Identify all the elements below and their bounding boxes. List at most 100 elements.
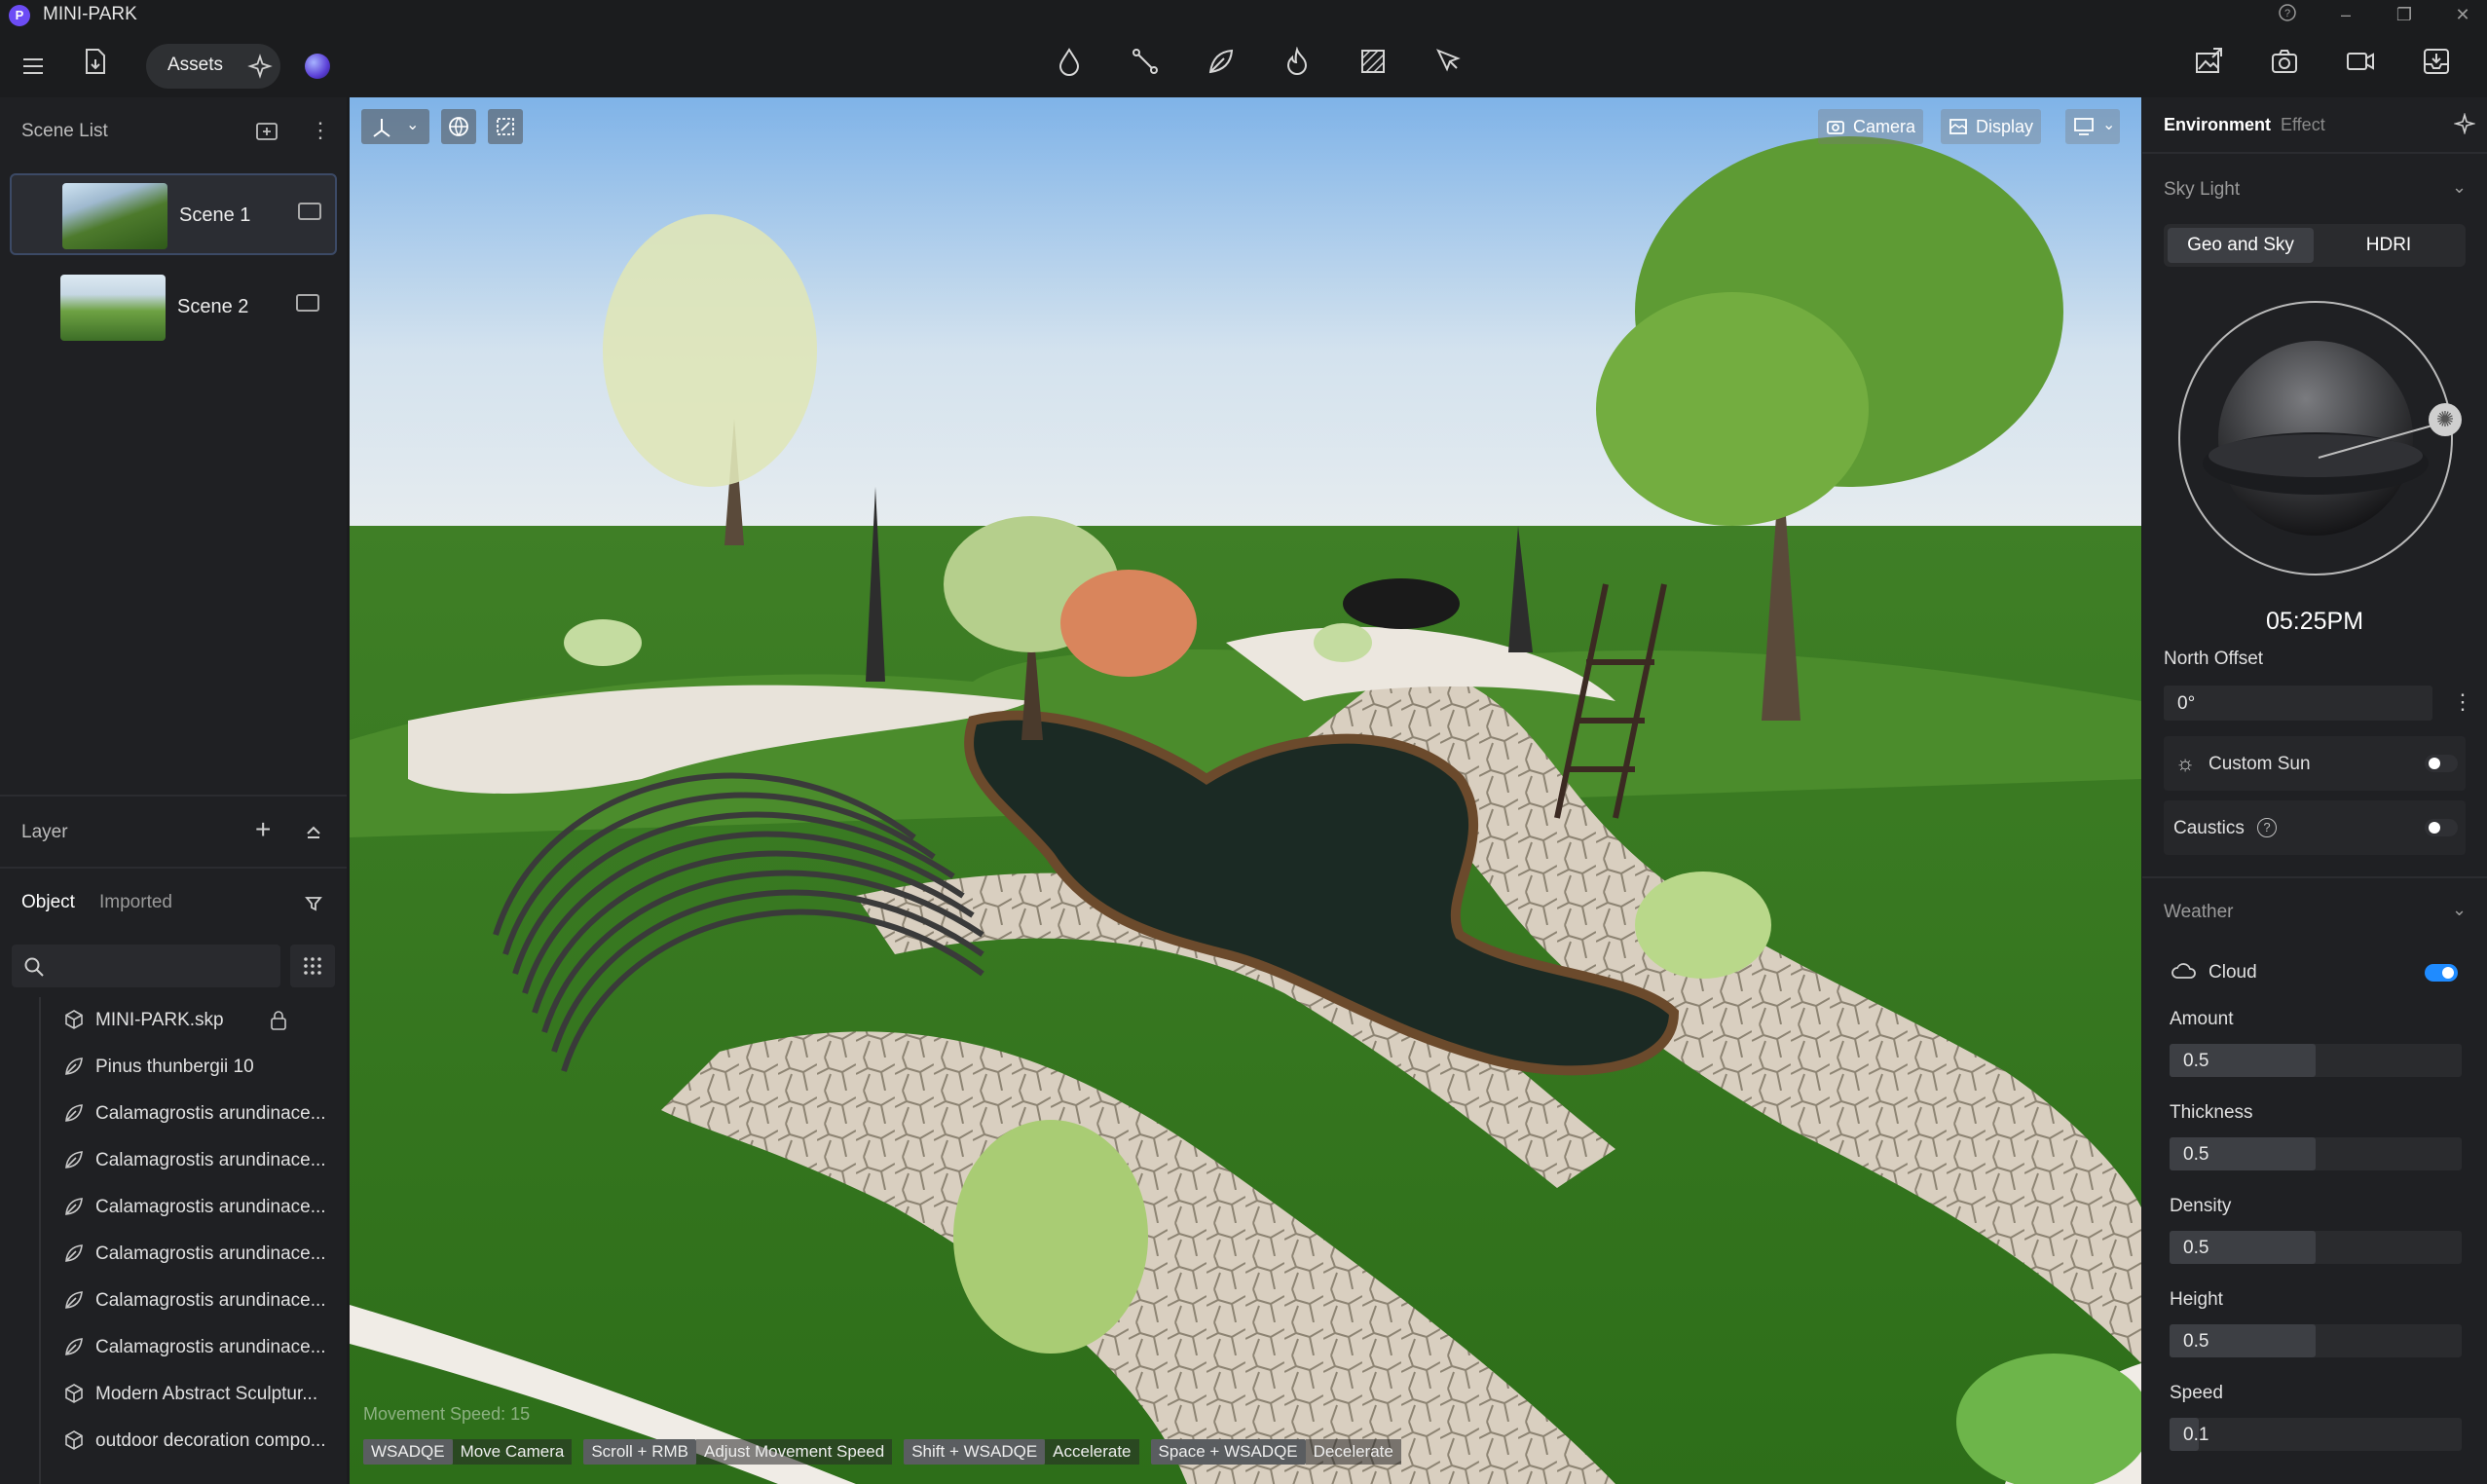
camera-icon[interactable] (296, 294, 319, 312)
weather-param-slider[interactable]: 0.5 (2170, 1137, 2462, 1170)
collapse-icon[interactable] (304, 822, 323, 841)
weather-param-slider[interactable]: 0.1 (2170, 1418, 2462, 1451)
slider-value: 0.1 (2183, 1425, 2209, 1445)
list-item[interactable]: MINI-PARK.skp (39, 997, 331, 1044)
sky-mode-switch: Geo and Sky HDRI (2164, 224, 2466, 267)
export-image-icon[interactable] (2189, 47, 2228, 86)
north-offset-input[interactable]: 0° (2164, 686, 2432, 721)
file-icon[interactable] (76, 47, 115, 86)
global-space-button[interactable] (441, 109, 476, 144)
select-pen-icon[interactable] (1429, 47, 1468, 86)
divider (0, 867, 347, 869)
camera-menu-button[interactable]: Camera (1818, 109, 1924, 144)
sky-light-title: Sky Light (2164, 179, 2241, 200)
sun-small-icon: ☼ (2175, 751, 2196, 775)
info-icon[interactable]: ? (2257, 818, 2277, 837)
leaf-icon[interactable] (1202, 47, 1241, 86)
transform-tool-button[interactable]: ⌄ (361, 109, 429, 144)
camera-shot-icon[interactable] (2265, 47, 2304, 86)
leaf-icon (62, 1196, 86, 1219)
path-icon[interactable] (1126, 47, 1165, 86)
assets-button[interactable]: Assets (146, 44, 280, 89)
sun-position-dial[interactable]: ✺ (2177, 300, 2462, 576)
divider (2142, 152, 2487, 154)
left-panel: Scene List ⋮ Scene 1 Scene 2 Layer + Obj… (0, 97, 347, 1484)
fire-icon[interactable] (1278, 46, 1317, 86)
weather-param-slider[interactable]: 0.5 (2170, 1044, 2462, 1077)
3d-viewport[interactable]: ⌄ Camera Display ⌄ Movement Speed: 15 WS… (350, 97, 2141, 1484)
weather-param-slider[interactable]: 0.5 (2170, 1231, 2462, 1264)
display-menu-button[interactable]: Display (1941, 109, 2042, 144)
list-item[interactable]: Calamagrostis arundinace... (39, 1091, 331, 1137)
object-label: MINI-PARK.skp (95, 1010, 224, 1030)
scene-thumbnail (62, 183, 167, 249)
tab-effect[interactable]: Effect (2281, 115, 2325, 135)
minimize-button[interactable]: – (2333, 3, 2358, 26)
app-title: MINI-PARK (43, 4, 137, 24)
list-item[interactable]: Modern Abstract Sculptur... (39, 1371, 331, 1418)
material-ball-icon[interactable] (305, 54, 330, 79)
add-scene-icon[interactable] (255, 121, 278, 142)
scene-item-1[interactable]: Scene 1 (10, 173, 337, 255)
weather-param-slider[interactable]: 0.5 (2170, 1324, 2462, 1357)
sparkle-settings-icon[interactable] (2453, 112, 2476, 135)
camera-label: Camera (1853, 116, 1916, 136)
layout-menu-button[interactable]: ⌄ (2065, 109, 2120, 144)
caustics-row: Caustics ? (2164, 800, 2466, 855)
mode-geo-and-sky[interactable]: Geo and Sky (2168, 228, 2314, 263)
sun-icon[interactable]: ✺ (2429, 403, 2462, 436)
search-icon (23, 956, 45, 978)
transform-axis-icon (373, 119, 390, 137)
object-label: Calamagrostis arundinace... (95, 1103, 326, 1124)
inbox-icon[interactable] (2417, 47, 2456, 86)
leaf-icon (62, 1243, 86, 1266)
list-item[interactable]: Calamagrostis arundinace... (39, 1137, 331, 1184)
tab-environment[interactable]: Environment (2164, 115, 2271, 135)
object-label: Calamagrostis arundinace... (95, 1243, 326, 1264)
search-input[interactable] (12, 945, 280, 987)
chevron-down-icon[interactable]: ⌄ (2452, 177, 2467, 198)
ai-sparkle-icon[interactable] (247, 54, 273, 79)
scene-label: Scene 2 (177, 296, 249, 317)
list-item[interactable]: Calamagrostis arundinace... (39, 1324, 331, 1371)
custom-sun-toggle[interactable] (2425, 755, 2458, 772)
tab-imported[interactable]: Imported (99, 892, 172, 913)
more-options-icon[interactable]: ⋮ (2452, 689, 2473, 715)
object-label: Calamagrostis arundinace... (95, 1290, 326, 1311)
snap-button[interactable] (488, 109, 523, 144)
list-item[interactable]: outdoor decoration compo... (39, 1418, 331, 1465)
menu-icon[interactable] (14, 47, 53, 86)
list-item[interactable]: Calamagrostis arundinace... (39, 1184, 331, 1231)
chevron-down-icon[interactable]: ⌄ (2452, 900, 2467, 920)
main-toolbar (0, 33, 2487, 97)
caustics-toggle[interactable] (2425, 819, 2458, 836)
camera-icon[interactable] (298, 203, 321, 220)
lock-icon[interactable] (269, 1010, 288, 1031)
video-icon[interactable] (2341, 47, 2380, 86)
right-panel: Environment Effect Sky Light ⌄ Geo and S… (2142, 97, 2487, 1484)
scene-render (350, 97, 2141, 1484)
scene-item-2[interactable]: Scene 2 (10, 267, 337, 349)
tab-object[interactable]: Object (21, 892, 75, 913)
list-item[interactable]: Calamagrostis arundinace... (39, 1231, 331, 1278)
texture-grid-icon[interactable] (1354, 47, 1392, 86)
cloud-toggle[interactable] (2425, 964, 2458, 982)
scene-more-icon[interactable]: ⋮ (310, 119, 331, 142)
grid-view-button[interactable] (290, 945, 335, 987)
custom-sun-row: ☼ Custom Sun (2164, 736, 2466, 791)
help-icon[interactable]: ? (2275, 3, 2300, 26)
scene-label: Scene 1 (179, 204, 251, 226)
restore-button[interactable]: ❐ (2392, 3, 2417, 26)
weather-param-label: Amount (2170, 1009, 2234, 1029)
list-item[interactable]: Pinus thunbergii 10 (39, 1044, 331, 1091)
water-drop-icon[interactable] (1050, 47, 1089, 86)
shortcut-key: Shift + WSADQE (904, 1439, 1046, 1465)
filter-icon[interactable] (304, 894, 323, 913)
add-layer-icon[interactable]: + (255, 816, 278, 843)
shortcut-action: Accelerate (1045, 1439, 1139, 1465)
close-button[interactable]: ✕ (2450, 3, 2475, 26)
mode-hdri[interactable]: HDRI (2316, 228, 2462, 263)
layout-icon (2074, 118, 2094, 135)
list-item[interactable]: Calamagrostis arundinace... (39, 1278, 331, 1324)
scene-thumbnail (60, 275, 166, 341)
